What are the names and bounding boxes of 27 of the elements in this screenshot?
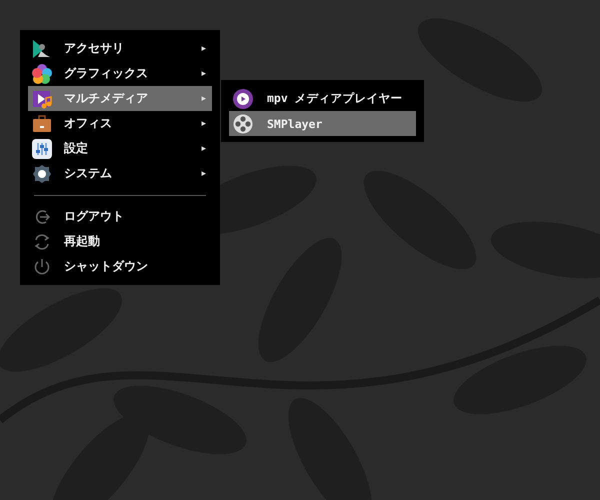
menu-item[interactable]: シャットダウン bbox=[28, 254, 212, 279]
menu-item[interactable]: システム ▸ bbox=[28, 161, 212, 186]
menu-item[interactable]: 設定 ▸ bbox=[28, 136, 212, 161]
menu-item[interactable]: アクセサリ ▸ bbox=[28, 36, 212, 61]
menu-item[interactable]: マルチメディア ▸ bbox=[28, 86, 212, 111]
sliders-icon bbox=[32, 138, 52, 158]
film-reel-icon bbox=[233, 114, 253, 134]
submenu-arrow-icon: ▸ bbox=[201, 68, 206, 78]
menu-item[interactable]: SMPlayer bbox=[229, 111, 416, 136]
submenu-arrow-icon: ▸ bbox=[201, 94, 206, 104]
gear-icon bbox=[32, 164, 52, 184]
refresh-icon bbox=[32, 232, 52, 252]
briefcase-icon bbox=[32, 114, 52, 134]
menu-item[interactable]: mpv メディアプレイヤー bbox=[229, 86, 416, 111]
submenu-arrow-icon: ▸ bbox=[201, 168, 206, 178]
play-icon bbox=[233, 88, 253, 108]
submenu-arrow-icon: ▸ bbox=[201, 44, 206, 54]
power-icon bbox=[32, 256, 52, 276]
flower-icon bbox=[32, 64, 52, 84]
menu-item[interactable]: グラフィックス ▸ bbox=[28, 61, 212, 86]
video-music-icon bbox=[32, 88, 52, 108]
menu-item[interactable]: オフィス ▸ bbox=[28, 111, 212, 136]
accessory-icon bbox=[32, 38, 52, 58]
submenu-arrow-icon: ▸ bbox=[201, 118, 206, 128]
menu-item[interactable]: 再起動 bbox=[28, 229, 212, 254]
menu-item[interactable]: ログアウト bbox=[28, 204, 212, 229]
submenu-arrow-icon: ▸ bbox=[201, 144, 206, 154]
